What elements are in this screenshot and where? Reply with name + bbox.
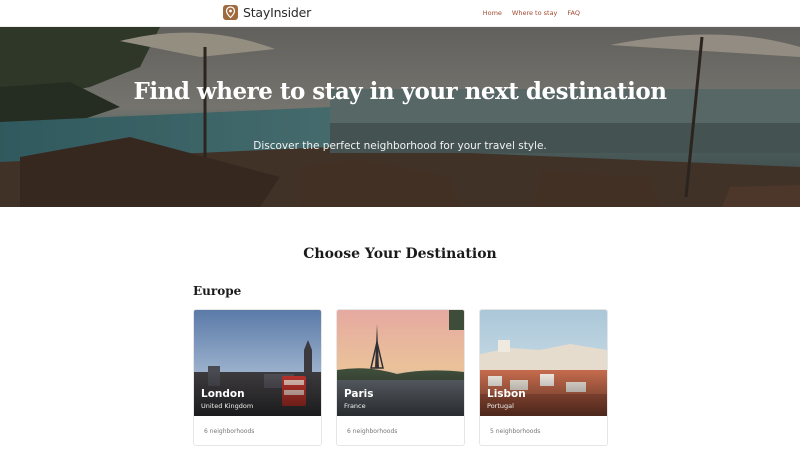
- destination-card-lisbon[interactable]: Lisbon Portugal 5 neighborhoods: [479, 309, 608, 446]
- hero-subtitle: Discover the perfect neighborhood for yo…: [253, 140, 547, 152]
- destination-card-london[interactable]: London United Kingdom 6 neighborhoods: [193, 309, 322, 446]
- hero-banner: Find where to stay in your next destinat…: [0, 27, 800, 207]
- card-country-name: Portugal: [487, 402, 514, 410]
- top-navigation-bar: StayInsider Home Where to stay FAQ: [0, 0, 800, 27]
- card-neighborhood-count: 5 neighborhoods: [490, 428, 541, 435]
- location-pin-icon: [223, 5, 238, 20]
- nav-link-faq[interactable]: FAQ: [567, 9, 580, 17]
- brand-name: StayInsider: [243, 5, 312, 20]
- london-image: London United Kingdom: [194, 310, 321, 416]
- destination-cards: London United Kingdom 6 neighborhoods Pa…: [193, 309, 608, 446]
- card-country-name: France: [344, 402, 366, 410]
- brand-logo[interactable]: StayInsider: [223, 5, 311, 20]
- section-title: Choose Your Destination: [303, 246, 497, 262]
- region-heading: Europe: [193, 284, 242, 298]
- card-country-name: United Kingdom: [201, 402, 254, 410]
- card-city-name: London: [201, 388, 245, 400]
- hero-title: Find where to stay in your next destinat…: [133, 78, 667, 105]
- lisbon-image: Lisbon Portugal: [480, 310, 607, 416]
- hero-overlay: [0, 27, 800, 207]
- nav-link-where-to-stay[interactable]: Where to stay: [512, 9, 558, 17]
- card-city-name: Lisbon: [487, 388, 526, 400]
- card-neighborhood-count: 6 neighborhoods: [204, 428, 255, 435]
- destination-card-paris[interactable]: Paris France 6 neighborhoods: [336, 309, 465, 446]
- nav-link-home[interactable]: Home: [483, 9, 502, 17]
- card-neighborhood-count: 6 neighborhoods: [347, 428, 398, 435]
- main-nav: Home Where to stay FAQ: [483, 9, 580, 17]
- card-city-name: Paris: [344, 388, 374, 400]
- paris-image: Paris France: [337, 310, 464, 416]
